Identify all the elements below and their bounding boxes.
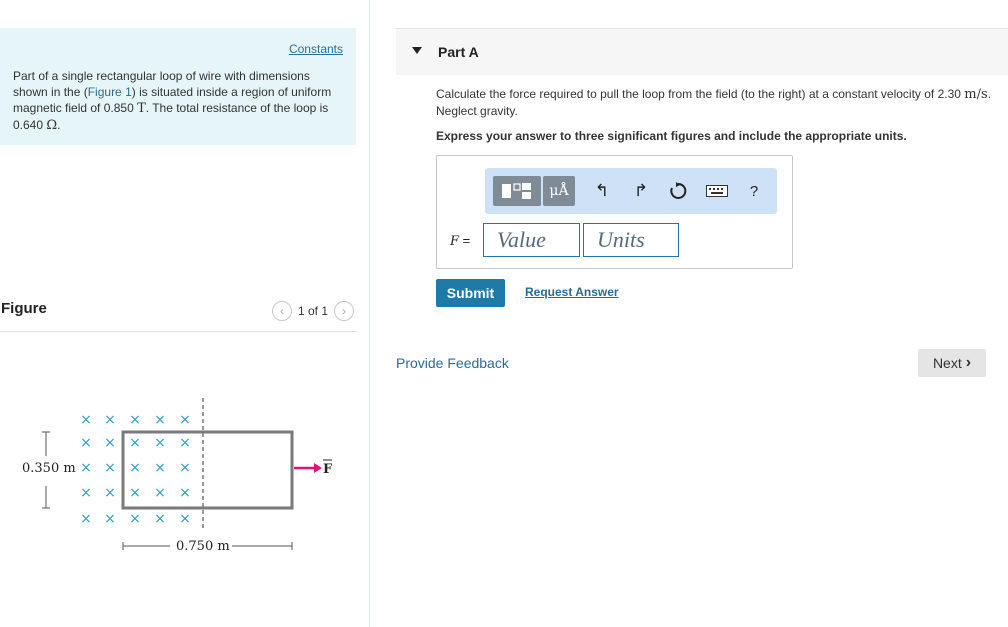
answer-instruction: Express your answer to three significant… <box>436 129 907 143</box>
question-text: Calculate the force required to pull the… <box>436 86 996 119</box>
units-icon[interactable]: μÅ <box>543 176 575 206</box>
field-cross: × <box>154 460 166 476</box>
field-cross: × <box>179 460 191 476</box>
variable-symbol: F <box>450 234 460 249</box>
left-panel: Constants Part of a single rectangular l… <box>0 0 370 627</box>
force-label: F <box>323 462 333 477</box>
field-cross: × <box>80 511 92 527</box>
field-cross: × <box>80 485 92 501</box>
field-cross: × <box>179 412 191 428</box>
reset-glyph <box>670 182 687 199</box>
request-answer-link[interactable]: Request Answer <box>525 285 619 299</box>
equals-sign: = <box>462 233 471 248</box>
figure-title: Figure <box>1 300 47 317</box>
resistance-unit: Ω <box>46 118 58 133</box>
figure-header: Figure ‹ 1 of 1 › <box>0 296 356 332</box>
keyboard-icon[interactable] <box>703 176 731 206</box>
templates-glyph <box>502 183 531 199</box>
field-cross: × <box>129 412 141 428</box>
question-text-part: Calculate the force required to pull the… <box>436 87 965 101</box>
field-cross: × <box>80 460 92 476</box>
templates-icon[interactable] <box>493 176 541 206</box>
field-cross: × <box>179 511 191 527</box>
part-a-header[interactable]: Part A <box>396 29 1008 75</box>
submit-button[interactable]: Submit <box>436 279 505 307</box>
redo-icon[interactable]: ↱ <box>630 176 652 206</box>
part-title[interactable]: Part A <box>438 44 479 60</box>
field-cross: × <box>179 435 191 451</box>
field-unit: T <box>137 101 146 116</box>
reset-icon[interactable] <box>667 176 689 206</box>
problem-text: Part of a single rectangular loop of wir… <box>13 68 343 134</box>
field-cross: × <box>104 460 116 476</box>
chevron-left-icon[interactable]: ‹ <box>271 301 292 321</box>
field-cross: × <box>80 412 92 428</box>
units-input[interactable] <box>583 223 679 257</box>
app-root: Constants Part of a single rectangular l… <box>0 0 1008 627</box>
answer-box: μÅ ↰ ↱ ? F = <box>436 155 793 269</box>
chevron-right-icon: › <box>965 354 972 371</box>
field-cross: × <box>104 435 116 451</box>
magnetic-field-crosses: × × × × × × × × × × × × × × × × × × × × × × × × × <box>80 412 191 527</box>
pager-label: 1 of 1 <box>297 304 328 318</box>
width-label: 0.750 m <box>176 539 230 554</box>
field-cross: × <box>179 485 191 501</box>
math-toolbar: μÅ ↰ ↱ ? <box>485 168 777 214</box>
keyboard-glyph <box>706 185 728 197</box>
caret-down-icon[interactable] <box>412 47 422 54</box>
figure-link[interactable]: Figure 1 <box>88 85 132 99</box>
field-cross: × <box>154 485 166 501</box>
problem-statement-box: Constants Part of a single rectangular l… <box>0 28 356 145</box>
value-input[interactable] <box>483 223 580 257</box>
figure-pager: ‹ 1 of 1 › <box>271 301 354 321</box>
field-cross: × <box>154 435 166 451</box>
field-cross: × <box>154 412 166 428</box>
field-cross: × <box>104 511 116 527</box>
field-cross: × <box>80 435 92 451</box>
force-arrowhead <box>314 463 322 473</box>
next-label: Next <box>932 355 962 371</box>
loop-figure: × × × × × × × × × × × × × × × × × × × × × × × × × 0.350 m 0.750 … <box>22 398 333 554</box>
height-label: 0.350 m <box>22 461 76 476</box>
velocity-unit: m/s <box>964 87 988 102</box>
chevron-right-icon[interactable]: › <box>334 301 354 321</box>
field-cross: × <box>129 460 141 476</box>
field-cross: × <box>104 485 116 501</box>
constants-link[interactable]: Constants <box>289 42 343 56</box>
help-icon[interactable]: ? <box>743 176 765 206</box>
right-panel: Part A Calculate the force required to p… <box>370 0 1008 627</box>
field-cross: × <box>129 435 141 451</box>
field-cross: × <box>154 511 166 527</box>
answer-variable-label: F = <box>450 233 470 249</box>
undo-icon[interactable]: ↰ <box>591 176 613 206</box>
provide-feedback-link[interactable]: Provide Feedback <box>396 355 509 371</box>
next-button[interactable]: Next › <box>918 349 986 377</box>
problem-text-part: . <box>57 118 61 132</box>
wire-loop <box>121 430 294 510</box>
field-cross: × <box>129 511 141 527</box>
field-cross: × <box>104 412 116 428</box>
field-cross: × <box>129 485 141 501</box>
